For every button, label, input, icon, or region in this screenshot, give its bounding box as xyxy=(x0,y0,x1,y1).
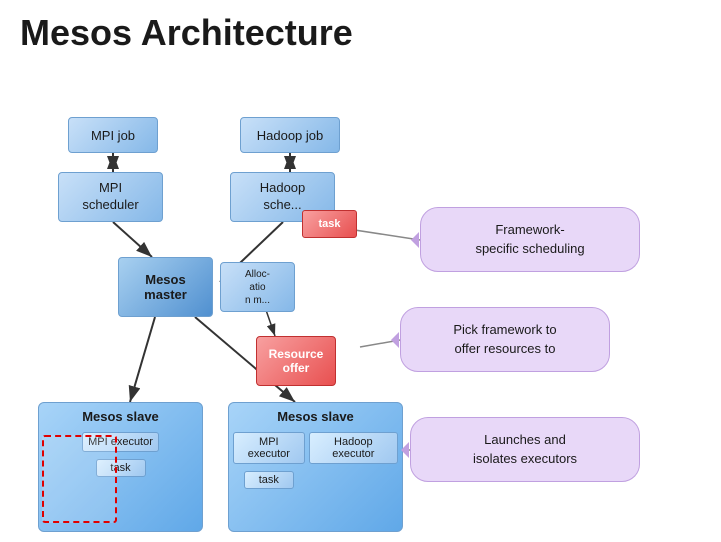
mpi-executor-right: MPI executor xyxy=(233,432,305,464)
hadoop-job-box: Hadoop job xyxy=(240,117,340,153)
mpi-job-box: MPI job xyxy=(68,117,158,153)
diagram-area: MPI job Hadoop job MPI scheduler Hadoop … xyxy=(0,62,721,542)
slave-left-title: Mesos slave xyxy=(43,407,198,428)
hadoop-task-box: task xyxy=(302,210,357,238)
resource-offer-box: Resource offer xyxy=(256,336,336,386)
callout-scheduling: Framework- specific scheduling xyxy=(420,207,640,272)
hadoop-executor-right: Hadoop executor xyxy=(309,432,398,464)
allocation-module-box: Alloc- atio n m... xyxy=(220,262,295,312)
slave-right-title: Mesos slave xyxy=(233,407,398,428)
slave-right-box: Mesos slave MPI executor task Hadoop exe… xyxy=(228,402,403,532)
mpi-scheduler-box: MPI scheduler xyxy=(58,172,163,222)
callout-executors: Launches and isolates executors xyxy=(410,417,640,482)
page-title: Mesos Architecture xyxy=(0,0,721,62)
task-right: task xyxy=(244,471,294,489)
mesos-master-box: Mesos master xyxy=(118,257,213,317)
callout-resources: Pick framework to offer resources to xyxy=(400,307,610,372)
dashed-selection-box xyxy=(42,435,117,523)
